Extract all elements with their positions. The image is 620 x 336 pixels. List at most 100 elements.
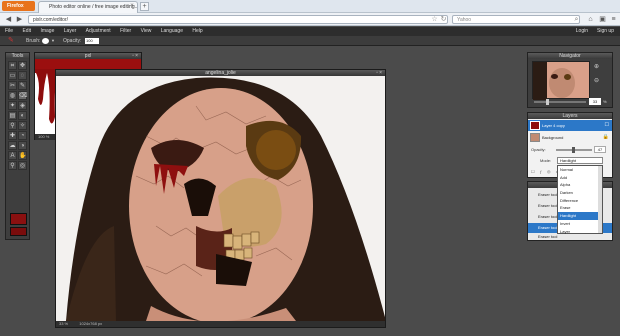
clone-tool-icon[interactable]: ✚ [8, 131, 17, 140]
blend-mode-option[interactable]: Add [558, 174, 602, 182]
blend-mode-option[interactable]: Erase [558, 204, 602, 212]
blend-mode-option-selected[interactable]: Hardlight [558, 212, 602, 220]
opacity-input[interactable]: 100 [85, 38, 99, 44]
dodge-tool-icon[interactable]: ◐ [18, 111, 27, 120]
layer-opacity-input[interactable]: 47 [594, 146, 606, 153]
main-document-titlebar[interactable]: angelina_jolie ▫× [56, 70, 385, 76]
color-picker-tool-icon[interactable]: ⚲ [8, 121, 17, 130]
navigator-zoom-input[interactable]: 33 [589, 98, 601, 105]
app-menu-bar: File Edit Image Layer Adjustment Filter … [0, 27, 620, 36]
browser-tab[interactable]: Photo editor online / free image editing… [38, 1, 138, 13]
menu-edit[interactable]: Edit [22, 27, 31, 36]
menu-view[interactable]: View [141, 27, 152, 36]
main-document-window[interactable]: angelina_jolie ▫× 33 % 1024x768 px [55, 69, 386, 328]
opacity-label: Opacity: [63, 38, 82, 44]
zoom-tool-icon[interactable]: ⚲ [8, 161, 17, 170]
navigator-thumbnail[interactable] [532, 61, 590, 100]
brush-preview[interactable] [42, 38, 49, 44]
login-link[interactable]: Login [576, 27, 588, 36]
blood-document-titlebar[interactable]: pxl ▫× [35, 53, 141, 59]
close-tab-icon[interactable]: × [128, 2, 136, 10]
main-document-zoom: 33 % [59, 321, 69, 326]
home-icon[interactable]: ⌂ [586, 15, 595, 24]
menu-layer[interactable]: Layer [64, 27, 77, 36]
blend-mode-option[interactable]: Invert [558, 220, 602, 228]
background-layer-name: Background [542, 135, 564, 140]
main-document-dimensions: 1024x768 px [79, 321, 103, 326]
layer-opacity-label: Opacity: [531, 147, 546, 152]
blend-mode-dropdown[interactable]: Normal Add Alpha Darken Difference Erase… [557, 165, 603, 234]
window-controls-icon[interactable]: ▫× [132, 53, 139, 59]
blend-mode-option[interactable]: Darken [558, 189, 602, 197]
magic-wand-tool-icon[interactable]: ✦ [8, 101, 17, 110]
scissors-tool-icon[interactable]: ✂ [8, 81, 17, 90]
brush-tool-icon[interactable]: ◍ [8, 91, 17, 100]
brush-label: Brush: [26, 38, 41, 44]
smudge-tool-icon[interactable]: ◔ [18, 131, 27, 140]
move-tool-icon[interactable]: ✥ [18, 61, 27, 70]
layer-row-background[interactable]: Background 🔒 [528, 132, 612, 143]
navigator-percent-label: % [603, 99, 607, 104]
blend-mode-option[interactable]: Normal [558, 166, 602, 174]
main-window-controls-icon[interactable]: ▫× [376, 70, 383, 76]
menu-file[interactable]: File [5, 27, 13, 36]
blend-mode-option[interactable]: Layer [558, 228, 602, 236]
blur-tool-icon[interactable]: ☁ [8, 141, 17, 150]
layer-lock-icon[interactable]: ☐ [605, 120, 609, 131]
type-tool-icon[interactable]: A [8, 151, 17, 160]
foreground-color-swatch[interactable] [10, 213, 27, 225]
blend-mode-option[interactable]: Difference [558, 197, 602, 205]
background-lock-icon[interactable]: 🔒 [603, 132, 609, 143]
zoom-in-icon[interactable]: ⊕ [594, 63, 599, 70]
reload-icon[interactable]: ↻ [439, 15, 448, 24]
signup-link[interactable]: Sign up [597, 27, 614, 36]
tools-panel: Tools ⌗ ✥ ▭ ◌ ✂ ✎ ◍ ⌫ ✦ ◈ ▤ ◐ ⚲ ✧ ✚ ◔ ☁ ◑ A ✋ ⚲ ◎ [5, 52, 30, 240]
blood-document-zoom: 100 % [38, 134, 50, 139]
new-tab-button[interactable]: + [140, 2, 149, 11]
search-icon[interactable]: ⌕ [572, 15, 581, 24]
menu-help[interactable]: Help [192, 27, 202, 36]
url-bar[interactable]: pixlr.com/editor/ [28, 15, 448, 24]
layer-row-selected[interactable]: Layer 4 copy ☐ [528, 120, 612, 131]
eraser-tool-icon[interactable]: ⌫ [18, 91, 27, 100]
fill-tool-icon[interactable]: ◈ [18, 101, 27, 110]
navigator-zoom-handle[interactable] [546, 99, 549, 105]
forward-icon[interactable]: ▶ [15, 15, 24, 24]
menu-adjustment[interactable]: Adjustment [86, 27, 111, 36]
addon-icon[interactable]: ▣ [598, 15, 607, 24]
navigator-zoom-slider[interactable] [534, 101, 586, 103]
sponge-tool-icon[interactable]: ◑ [18, 141, 27, 150]
blend-mode-select[interactable]: Hardlight [557, 157, 603, 164]
hand-tool-icon[interactable]: ✋ [18, 151, 27, 160]
menu-icon[interactable]: ≡ [609, 15, 618, 24]
blend-mode-option[interactable]: Alpha [558, 181, 602, 189]
tool-options-bar: ✎ Brush: ▼ Opacity: 100 [0, 36, 620, 46]
firefox-menu-button[interactable]: Firefox [2, 1, 35, 11]
menu-image[interactable]: Image [40, 27, 54, 36]
layer-opacity-handle[interactable] [572, 147, 575, 153]
crop-tool-icon[interactable]: ⌗ [8, 61, 17, 70]
navigator-panel-title: Navigator [528, 53, 612, 59]
pencil-tool-icon[interactable]: ✎ [18, 81, 27, 90]
dropdown-scrollbar[interactable] [598, 166, 602, 233]
brush-dropdown-icon[interactable]: ▼ [51, 36, 55, 46]
background-color-swatch[interactable] [10, 227, 27, 236]
sharpen-tool-icon[interactable]: ✧ [18, 121, 27, 130]
red-eye-tool-icon[interactable]: ◎ [18, 161, 27, 170]
layer-name: Layer 4 copy [542, 123, 565, 128]
bookmark-star-icon[interactable]: ☆ [430, 15, 439, 24]
lasso-tool-icon[interactable]: ◌ [18, 71, 27, 80]
skull-face-canvas[interactable] [56, 76, 385, 321]
navigator-panel: Navigator ⊕ ⊖ 33 % [527, 52, 613, 108]
gradient-tool-icon[interactable]: ▤ [8, 111, 17, 120]
blend-mode-label: Mode: [540, 158, 552, 163]
menu-filter[interactable]: Filter [120, 27, 131, 36]
main-document-title: angelina_jolie [205, 70, 236, 76]
marquee-tool-icon[interactable]: ▭ [8, 71, 17, 80]
tools-grid: ⌗ ✥ ▭ ◌ ✂ ✎ ◍ ⌫ ✦ ◈ ▤ ◐ ⚲ ✧ ✚ ◔ ☁ ◑ A ✋ ⚲ ◎ [8, 61, 28, 171]
search-bar[interactable]: Yahoo [452, 15, 580, 24]
menu-language[interactable]: Language [161, 27, 183, 36]
layer-thumbnail [530, 121, 540, 130]
zoom-out-icon[interactable]: ⊖ [594, 77, 599, 84]
back-icon[interactable]: ◀ [4, 15, 13, 24]
